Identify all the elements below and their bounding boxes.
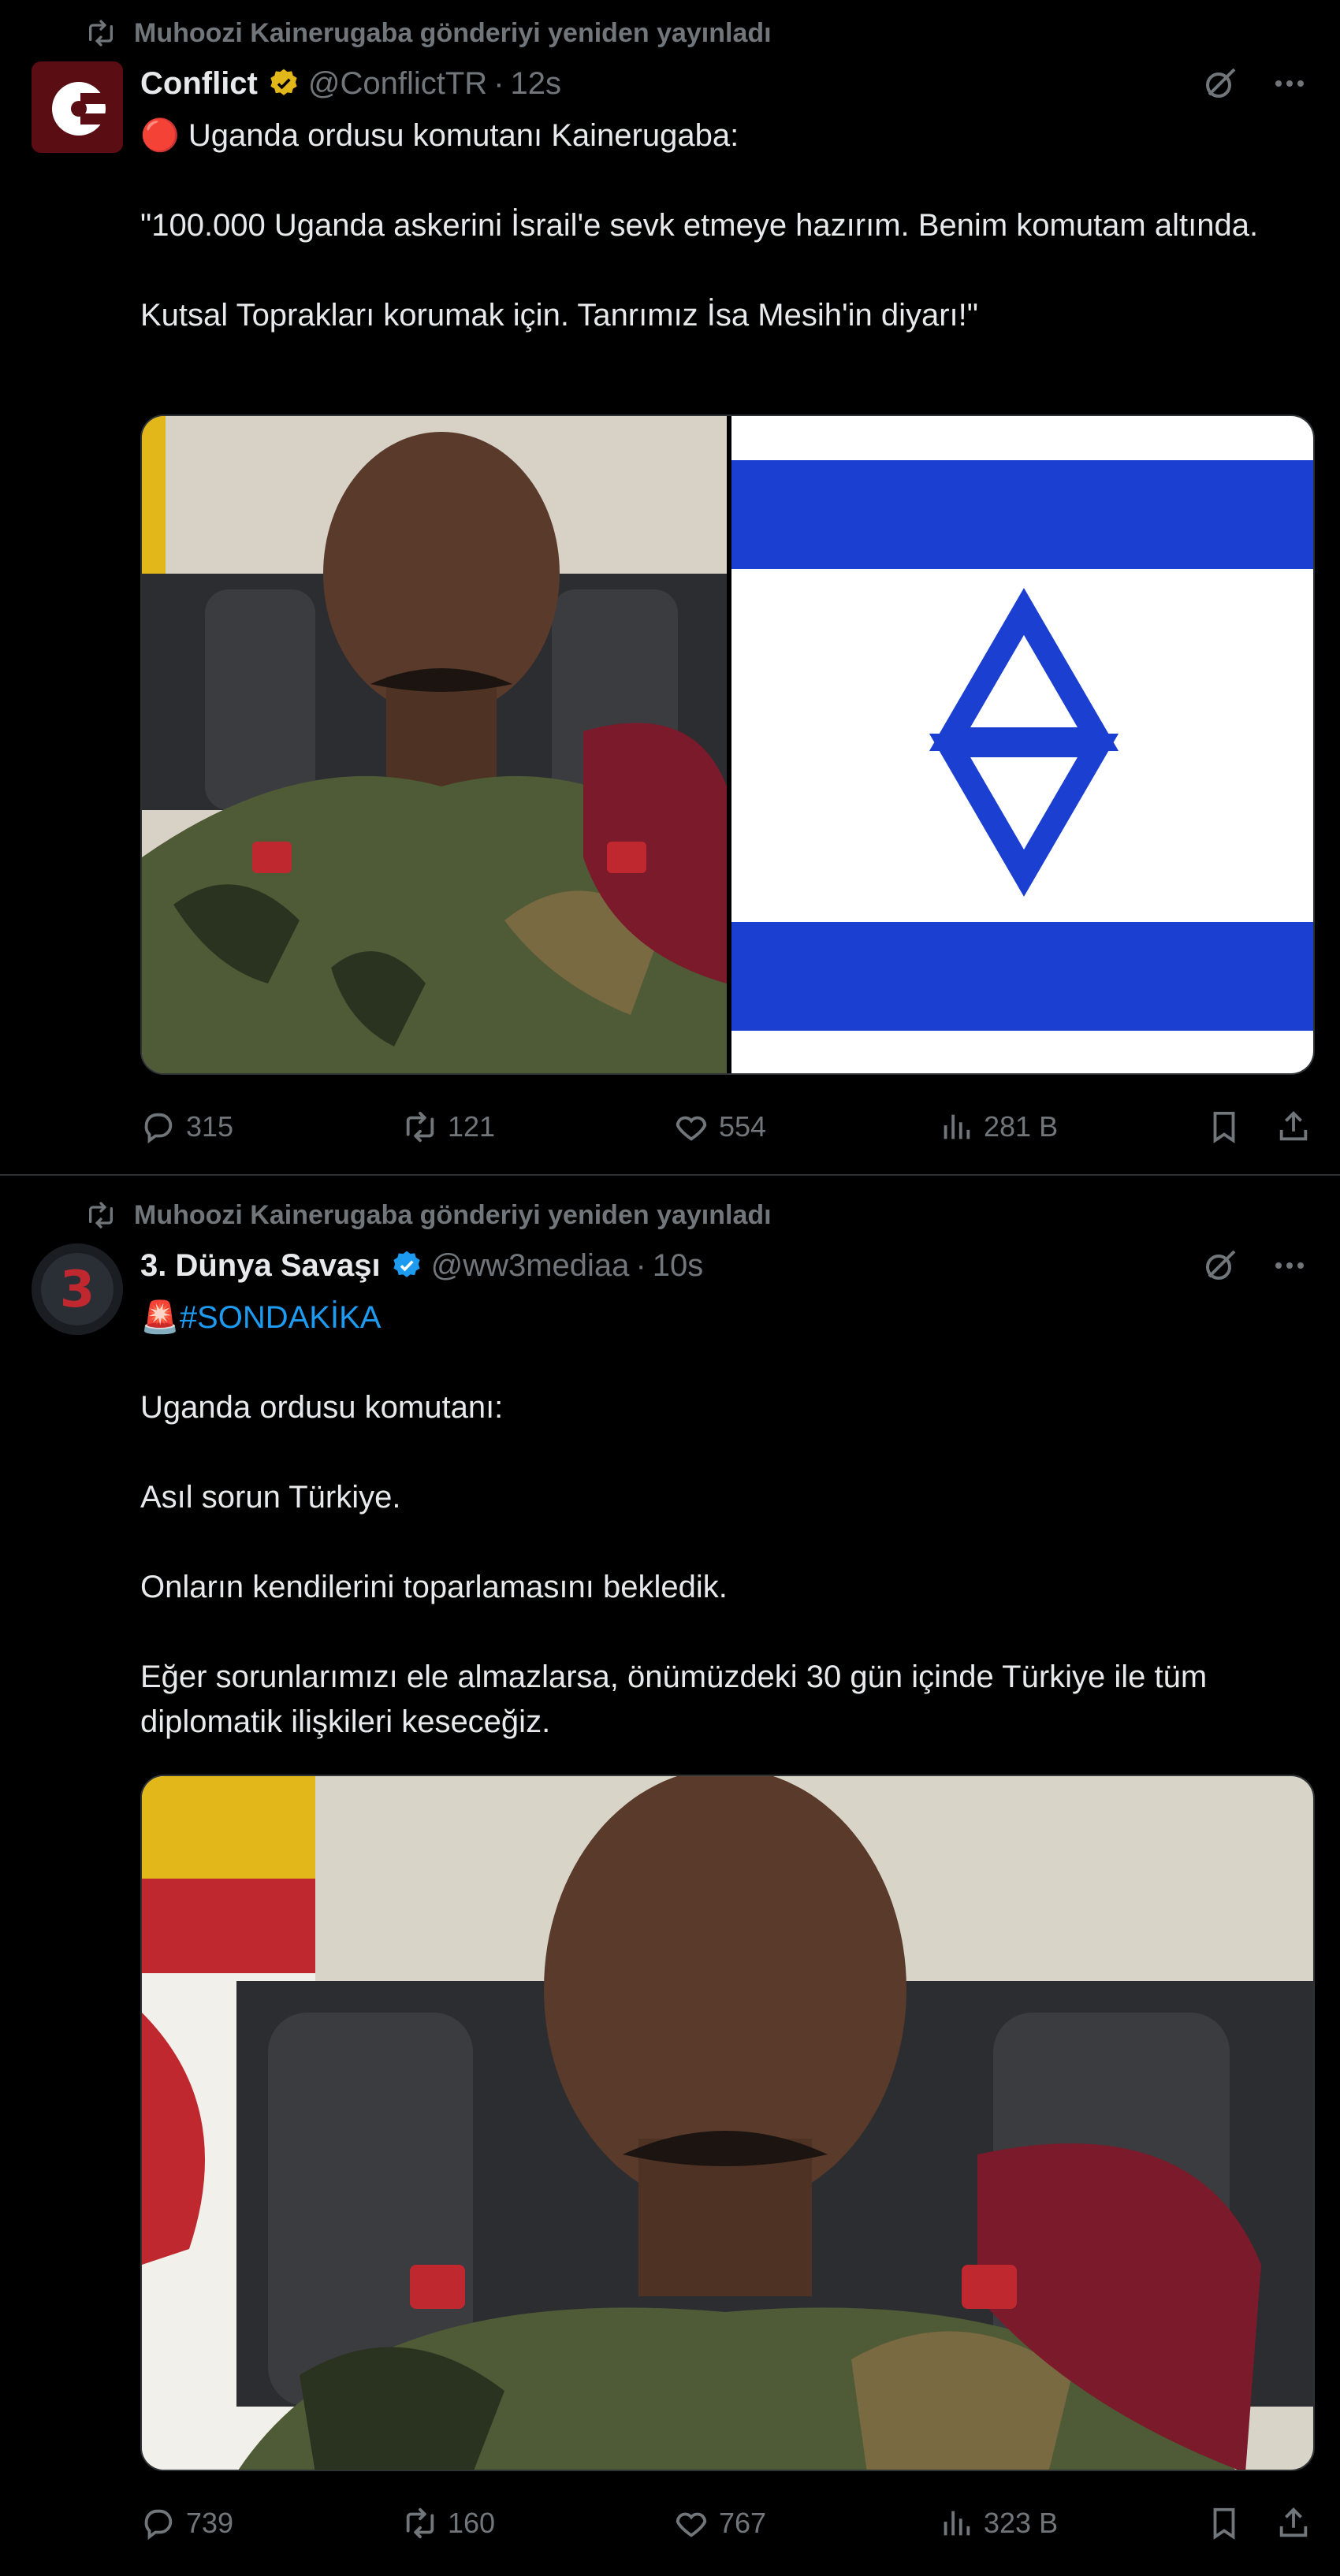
text-line: "100.000 Uganda askerini İsrail'e sevk e…: [140, 208, 1259, 243]
views-count: 281 B: [984, 1110, 1059, 1143]
text-line: Asıl sorun Türkiye.: [140, 1480, 401, 1515]
hashtag-link[interactable]: #SONDAKİKA: [180, 1300, 382, 1335]
retweeted-by-text: Muhoozi Kainerugaba gönderiyi yeniden ya…: [134, 1199, 772, 1230]
share-icon: [1279, 2507, 1308, 2537]
retweet-icon: [89, 1202, 113, 1229]
grok-icon[interactable]: [1201, 1247, 1239, 1284]
like-count: 554: [719, 1110, 767, 1143]
views-icon: [944, 2511, 970, 2536]
text-line: Kutsal Toprakları korumak için. Tanrımız…: [140, 298, 978, 333]
repost-button[interactable]: 121: [402, 1109, 495, 1145]
share-icon: [1279, 1111, 1308, 1141]
media-image[interactable]: [142, 416, 1315, 1075]
reply-icon: [144, 2509, 173, 2541]
avatar[interactable]: 3: [32, 1243, 123, 1335]
retweet-icon: [406, 1111, 434, 1143]
retweeted-by-text: Muhoozi Kainerugaba gönderiyi yeniden ya…: [134, 17, 772, 48]
share-button[interactable]: [1275, 1109, 1321, 1145]
media-image[interactable]: [142, 1776, 1315, 2471]
tweet-text: 🚨#SONDAKİKA Uganda ordusu komutanı: Asıl…: [140, 1295, 1315, 1745]
author-handle[interactable]: @ww3mediaa: [431, 1248, 630, 1284]
heart-icon: [676, 1116, 707, 1141]
blue-verified-badge-icon[interactable]: [390, 1249, 423, 1282]
views-button[interactable]: 323 B: [938, 2505, 1058, 2541]
heart-icon: [676, 2512, 707, 2537]
ww3-logo: 3: [32, 1243, 123, 1335]
retweet-icon: [406, 2507, 434, 2539]
tweet-header: Conflict @ConflictTR · 12s: [140, 61, 1308, 106]
bookmark-icon: [1213, 1111, 1235, 1143]
repost-count: 121: [448, 1110, 496, 1143]
avatar[interactable]: [32, 61, 123, 153]
reply-count: 315: [186, 1110, 234, 1143]
conflict-logo: [32, 61, 123, 153]
separator: ·: [635, 1247, 646, 1283]
timestamp[interactable]: 10s: [653, 1248, 704, 1284]
retweet-icon: [89, 20, 113, 46]
reply-button[interactable]: 315: [140, 1109, 233, 1145]
more-icon[interactable]: [1271, 65, 1308, 102]
tweet-header: 3. Dünya Savaşı @ww3mediaa · 10s: [140, 1243, 1308, 1288]
tweet-text: 🔴 Uganda ordusu komutanı Kainerugaba: "1…: [140, 113, 1315, 338]
like-button[interactable]: 554: [673, 1109, 766, 1145]
views-button[interactable]: 281 B: [938, 1109, 1058, 1145]
author-handle[interactable]: @ConflictTR: [308, 66, 487, 102]
text-line: Eğer sorunlarımızı ele almazlarsa, önümü…: [140, 1660, 1208, 1739]
tweet-media[interactable]: [140, 414, 1315, 1075]
action-bar: 315 121 554 281 B: [140, 1103, 1315, 1150]
separator: ·: [493, 65, 504, 101]
views-count: 323 B: [984, 2507, 1059, 2539]
bookmark-icon: [1213, 2507, 1235, 2540]
text-line: 🔴 Uganda ordusu komutanı Kainerugaba:: [140, 118, 739, 153]
hashtag-line: 🚨#SONDAKİKA: [140, 1295, 1315, 1340]
action-bar: 739 160 767 323 B: [140, 2500, 1315, 2547]
siren-icon: 🚨: [140, 1300, 180, 1335]
repost-count: 160: [448, 2507, 496, 2539]
bookmark-button[interactable]: [1206, 1109, 1252, 1145]
like-count: 767: [719, 2507, 767, 2539]
grok-icon[interactable]: [1201, 65, 1239, 102]
more-icon[interactable]: [1271, 1247, 1308, 1284]
tweet-2[interactable]: Muhoozi Kainerugaba gönderiyi yeniden ya…: [0, 1182, 1340, 2576]
text-line: Onların kendilerini toparlamasını bekled…: [140, 1570, 728, 1604]
repost-button[interactable]: 160: [402, 2505, 495, 2541]
tweet-media[interactable]: [140, 1775, 1315, 2471]
tweet-divider: [0, 1174, 1340, 1176]
ww3-logo-letter: 3: [60, 1261, 95, 1319]
retweeted-by-row[interactable]: Muhoozi Kainerugaba gönderiyi yeniden ya…: [85, 1198, 772, 1232]
retweeted-by-row[interactable]: Muhoozi Kainerugaba gönderiyi yeniden ya…: [85, 16, 772, 50]
reply-icon: [144, 1113, 173, 1144]
author-name[interactable]: Conflict: [140, 66, 258, 102]
reply-count: 739: [186, 2507, 234, 2539]
share-button[interactable]: [1275, 2505, 1321, 2541]
author-name[interactable]: 3. Dünya Savaşı: [140, 1248, 381, 1284]
bookmark-button[interactable]: [1206, 2505, 1252, 2541]
reply-button[interactable]: 739: [140, 2505, 233, 2541]
like-button[interactable]: 767: [673, 2505, 766, 2541]
timestamp[interactable]: 12s: [511, 66, 562, 102]
text-line: Uganda ordusu komutanı:: [140, 1390, 504, 1425]
tweet-1[interactable]: Muhoozi Kainerugaba gönderiyi yeniden ya…: [0, 0, 1340, 1174]
views-icon: [944, 1114, 970, 1139]
gold-verified-badge-icon[interactable]: [267, 67, 300, 100]
